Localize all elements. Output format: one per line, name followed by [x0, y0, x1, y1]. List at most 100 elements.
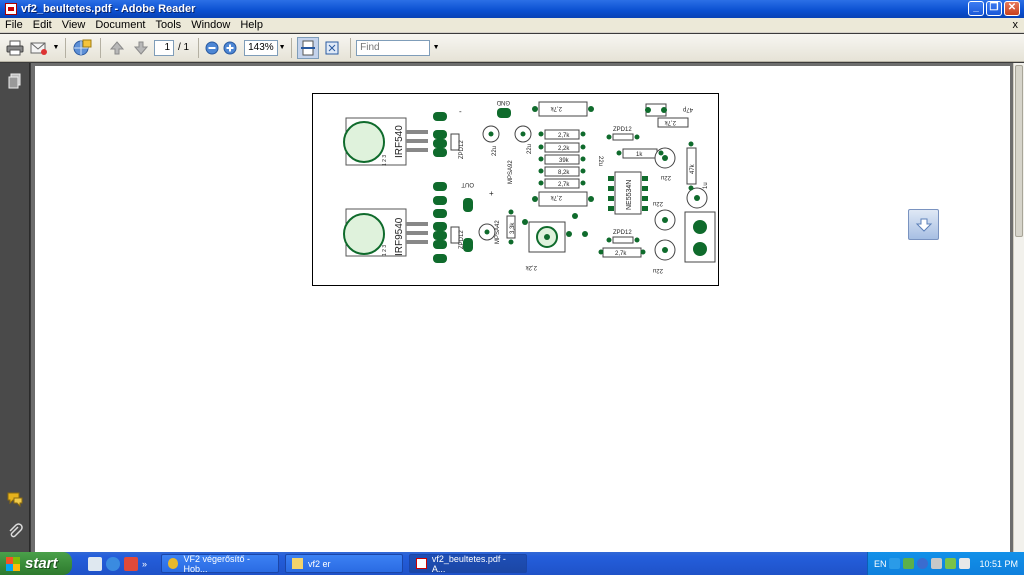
- taskbar-item-reader[interactable]: vf2_beultetes.pdf - A...: [409, 553, 528, 574]
- skype-icon[interactable]: [917, 558, 929, 569]
- plus-label: +: [489, 189, 494, 198]
- pdf-page: IRF540 1 2 3 IRF9540 1 2 3 ZPD12 ZPD12 G…: [35, 66, 1010, 552]
- irf9540-pin-label: 1 2 3: [382, 245, 388, 256]
- quick-launch-more-icon[interactable]: »: [142, 559, 147, 569]
- clock[interactable]: 10:51 PM: [979, 559, 1018, 569]
- zoom-in-icon: [223, 41, 237, 54]
- share-button[interactable]: [28, 37, 50, 59]
- volume-icon[interactable]: [959, 558, 971, 569]
- irf540-lead: [406, 130, 428, 134]
- close-button[interactable]: ✕: [1004, 1, 1020, 16]
- usb-icon[interactable]: [931, 558, 943, 569]
- next-page-float-button[interactable]: [908, 209, 939, 240]
- menu-edit[interactable]: Edit: [28, 19, 57, 31]
- toolbar: ▼ 1 / 1 143% ▼ ▼: [0, 34, 1024, 62]
- zoom-dropdown-arrow[interactable]: ▼: [278, 44, 286, 51]
- toolbar-separator: [65, 37, 66, 58]
- zoom-out-button[interactable]: [204, 37, 220, 59]
- comments-icon[interactable]: [7, 491, 23, 507]
- signal-icon[interactable]: [945, 558, 957, 569]
- document-close-button[interactable]: x: [1013, 19, 1019, 31]
- menu-view[interactable]: View: [57, 19, 91, 31]
- resistor-label: 2,7k: [550, 194, 562, 200]
- pdf-app-icon: [5, 3, 17, 15]
- security-icon[interactable]: [903, 558, 915, 569]
- resistor-label: 2,7k: [558, 133, 570, 139]
- resistor-label: 2,7k: [615, 251, 627, 257]
- resistor-2-7k: [538, 101, 588, 117]
- irf540-label: IRF540: [394, 125, 405, 158]
- menu-window[interactable]: Window: [186, 19, 235, 31]
- desktop-icon[interactable]: [88, 556, 102, 571]
- resistor-label: 2,7k: [664, 119, 676, 125]
- capacitor-label: 22u: [661, 174, 671, 180]
- vertical-scrollbar[interactable]: [1013, 63, 1024, 552]
- page-total: / 1: [178, 42, 190, 53]
- taskbar-item-chrome[interactable]: VF2 végerősítő - Hob...: [161, 553, 280, 574]
- capacitor-label: 22u: [653, 200, 663, 206]
- out-label: OUT: [461, 181, 474, 187]
- title-bar: vf2_beultetes.pdf - Adobe Reader _ ❐ ✕: [0, 0, 1024, 18]
- task-label: VF2 végerősítő - Hob...: [183, 553, 251, 574]
- trimmer-label: 2,2k: [525, 264, 537, 270]
- gnd-label: GND: [496, 99, 510, 105]
- scrollbar-thumb[interactable]: [1015, 65, 1023, 237]
- attachment-icon[interactable]: [7, 523, 23, 539]
- taskbar: start » VF2 végerősítő - Hob... vf2 er v…: [0, 552, 1024, 575]
- capacitor-label: 1u: [703, 182, 709, 189]
- menu-document[interactable]: Document: [90, 19, 150, 31]
- previous-page-button[interactable]: [106, 37, 128, 59]
- resistor-label: 39k: [559, 158, 570, 164]
- network-icon[interactable]: [889, 558, 901, 569]
- irf9540-lead: [406, 231, 428, 235]
- folder-icon: [292, 558, 304, 569]
- task-label: vf2_beultetes.pdf - A...: [431, 553, 506, 574]
- mpsa92-label: MPSA92: [508, 160, 514, 184]
- find-dropdown-arrow[interactable]: ▼: [432, 44, 440, 51]
- fit-page-icon: [325, 41, 339, 54]
- irf9540-label: IRF9540: [394, 217, 405, 256]
- printer-icon: [6, 40, 24, 55]
- find-input[interactable]: [356, 39, 431, 56]
- minimize-button[interactable]: _: [968, 1, 984, 16]
- start-button[interactable]: start: [0, 552, 72, 575]
- adobe-reader-icon[interactable]: [124, 556, 138, 571]
- menu-help[interactable]: Help: [235, 19, 268, 31]
- menu-bar: File Edit View Document Tools Window Hel…: [0, 18, 1024, 33]
- irf540-mounting-hole: [343, 121, 385, 163]
- resistor-label: 1k: [636, 152, 643, 158]
- collaborate-button[interactable]: [71, 37, 93, 59]
- zener-diode-zpd12: [612, 236, 634, 244]
- pdf-icon: [416, 558, 427, 569]
- language-indicator[interactable]: EN: [874, 559, 887, 569]
- quick-launch: »: [88, 556, 147, 571]
- zoom-level-input[interactable]: 143%: [244, 39, 279, 56]
- share-dropdown-arrow[interactable]: ▼: [52, 44, 60, 51]
- maximize-button[interactable]: ❐: [986, 1, 1002, 16]
- globe-icon: [73, 39, 92, 55]
- fit-width-button[interactable]: [297, 36, 320, 59]
- print-button[interactable]: [4, 37, 26, 59]
- internet-explorer-icon[interactable]: [106, 556, 120, 571]
- fit-page-button[interactable]: [321, 37, 343, 59]
- document-view[interactable]: IRF540 1 2 3 IRF9540 1 2 3 ZPD12 ZPD12 G…: [31, 63, 1013, 552]
- zpd12-label: ZPD12: [613, 127, 632, 133]
- menu-file[interactable]: File: [0, 19, 28, 31]
- next-page-button[interactable]: [130, 37, 152, 59]
- taskbar-item-folder[interactable]: vf2 er: [285, 554, 404, 573]
- ic-label: NE5534N: [626, 180, 633, 210]
- zoom-out-icon: [205, 41, 219, 54]
- window-title: vf2_beultetes.pdf - Adobe Reader: [21, 3, 196, 15]
- system-tray: EN 10:51 PM: [866, 552, 1024, 575]
- zpd12-label: ZPD12: [459, 140, 465, 159]
- toolbar-separator: [291, 37, 293, 58]
- zoom-in-button[interactable]: [222, 37, 238, 59]
- pages-icon[interactable]: [7, 73, 23, 89]
- navigation-panel: [0, 63, 30, 552]
- page-number-input[interactable]: 1: [154, 39, 174, 56]
- zener-diode-zpd12: [612, 133, 634, 141]
- fit-width-icon: [301, 40, 316, 55]
- task-label: vf2 er: [308, 558, 331, 569]
- menu-tools[interactable]: Tools: [151, 19, 187, 31]
- resistor-label: 47k: [690, 163, 696, 174]
